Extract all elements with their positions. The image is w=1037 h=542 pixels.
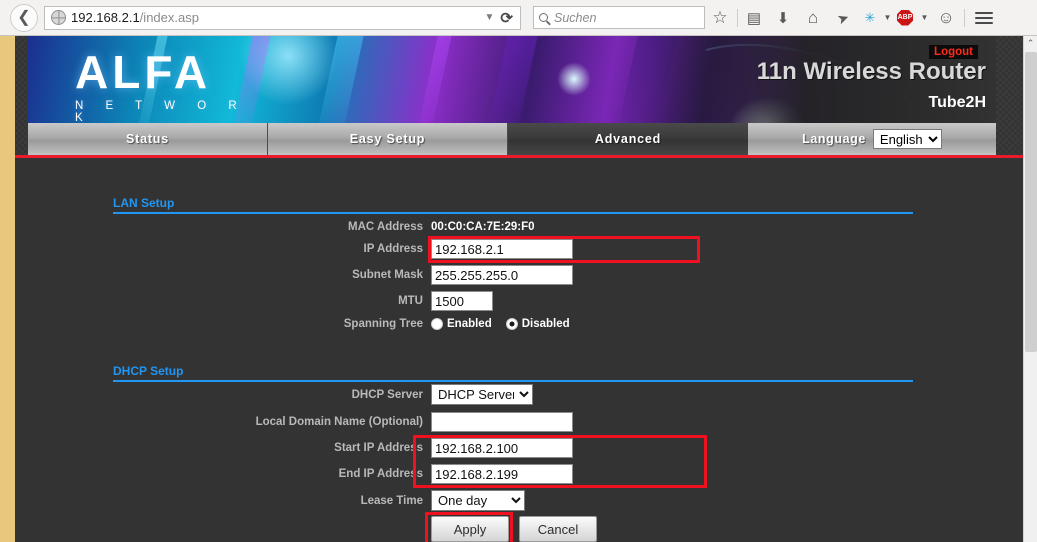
subnet-mask-input[interactable] [431, 265, 573, 285]
address-bar-text: 192.168.2.1/index.asp [71, 10, 199, 25]
end-ip-address-label: End IP Address [338, 468, 423, 480]
product-title: 11n Wireless Router [756, 58, 986, 85]
bookmark-star-icon[interactable]: ☆ [705, 0, 735, 36]
search-input[interactable]: Suchen [533, 6, 705, 29]
settings-content: LAN Setup MAC Address 00:C0:CA:7E:29:F0 … [15, 158, 1023, 542]
chevron-down-icon[interactable]: ▼ [485, 12, 501, 23]
globe-icon [51, 10, 66, 25]
url-host: 192.168.2.1 [71, 10, 140, 25]
lease-time-label: Lease Time [360, 494, 423, 507]
lease-time-select[interactable]: One day [431, 490, 525, 511]
reader-list-icon[interactable]: ▤ [740, 0, 768, 36]
start-ip-address-label: Start IP Address [334, 442, 423, 454]
row-lease-time: Lease Time One day [159, 490, 525, 511]
cancel-button[interactable]: Cancel [519, 516, 597, 542]
noscript-caret-icon[interactable]: ▼ [882, 0, 892, 36]
alfa-wordmark: ALFA [75, 46, 212, 98]
search-placeholder: Suchen [554, 10, 597, 25]
ip-address-input[interactable] [431, 239, 573, 259]
spanning-tree-radio-group: Enabled Disabled [431, 318, 570, 330]
dhcp-server-select[interactable]: DHCP Server [431, 384, 533, 405]
router-admin-page: ALFA N E T W O R K Logout 11n Wireless R… [15, 36, 1023, 542]
page-scrollbar[interactable]: ⌃ [1023, 36, 1037, 542]
back-arrow-icon: ❮ [17, 8, 31, 26]
search-icon [539, 13, 548, 22]
row-dhcp-server: DHCP Server DHCP Server [159, 384, 533, 405]
row-ip-address: IP Address [159, 239, 573, 259]
ip-address-label: IP Address [363, 243, 423, 255]
row-local-domain-name: Local Domain Name (Optional) [159, 412, 573, 432]
main-navigation-tabs: Status Easy Setup Advanced Language Engl… [28, 123, 996, 155]
row-subnet-mask: Subnet Mask [159, 265, 573, 285]
row-start-ip-address: Start IP Address [159, 438, 573, 458]
downloads-icon[interactable]: ⬇ [768, 0, 798, 36]
language-select[interactable]: English [872, 129, 942, 149]
scroll-thumb[interactable] [1025, 52, 1037, 352]
radio-disabled-icon[interactable] [505, 318, 518, 330]
local-domain-name-label: Local Domain Name (Optional) [255, 416, 423, 428]
spanning-tree-disabled-label: Disabled [521, 318, 570, 330]
toolbar-divider [737, 8, 738, 27]
dhcp-server-label: DHCP Server [351, 388, 423, 401]
browser-toolbar: ❮ 192.168.2.1/index.asp ▼ ⟳ Suchen ☆ ▤ ⬇… [0, 0, 1037, 36]
mtu-input[interactable] [431, 291, 493, 311]
menu-hamburger-icon[interactable] [967, 0, 1001, 36]
mac-address-label: MAC Address [348, 221, 423, 233]
alfa-logo: ALFA N E T W O R K [75, 49, 275, 124]
start-ip-address-input[interactable] [431, 438, 573, 458]
spanning-tree-disabled-option[interactable]: Disabled [505, 318, 570, 330]
language-label: Language [802, 132, 866, 146]
hamburger-lines [975, 11, 993, 24]
radio-enabled-icon[interactable] [431, 318, 443, 330]
lan-setup-section-title: LAN Setup [113, 196, 913, 214]
alfa-network-subtitle: N E T W O R K [75, 100, 247, 124]
feedback-smiley-icon[interactable]: ☺ [930, 0, 962, 36]
url-path: /index.asp [139, 10, 199, 25]
spanning-tree-enabled-label: Enabled [447, 318, 492, 330]
reload-icon[interactable]: ⟳ [500, 9, 516, 27]
dhcp-setup-section-title: DHCP Setup [113, 364, 913, 382]
end-ip-address-input[interactable] [431, 464, 573, 484]
back-button[interactable]: ❮ [10, 3, 38, 32]
browser-viewport: ALFA N E T W O R K Logout 11n Wireless R… [0, 36, 1037, 542]
model-name: Tube2H [928, 94, 986, 111]
apply-button[interactable]: Apply [431, 516, 509, 542]
row-spanning-tree: Spanning Tree Enabled Disabled [159, 318, 570, 330]
form-actions: Apply Cancel [431, 516, 597, 542]
adblock-caret-icon[interactable]: ▼ [918, 0, 930, 36]
subnet-mask-label: Subnet Mask [352, 269, 423, 281]
row-mac-address: MAC Address 00:C0:CA:7E:29:F0 [159, 221, 535, 233]
logout-button[interactable]: Logout [929, 45, 978, 59]
row-end-ip-address: End IP Address [159, 464, 573, 484]
row-mtu: MTU [159, 291, 493, 311]
toolbar-divider-2 [964, 8, 965, 27]
tab-status[interactable]: Status [28, 123, 268, 155]
local-domain-name-input[interactable] [431, 412, 573, 432]
scroll-up-arrow[interactable]: ⌃ [1024, 36, 1037, 51]
address-bar[interactable]: 192.168.2.1/index.asp ▼ ⟳ [44, 5, 521, 30]
mtu-label: MTU [398, 295, 423, 307]
adblock-plus-icon[interactable]: ABP [892, 0, 918, 36]
adblock-plus-glyph: ABP [897, 9, 913, 26]
tab-advanced[interactable]: Advanced [508, 123, 748, 155]
mac-address-value: 00:C0:CA:7E:29:F0 [431, 221, 535, 233]
tab-easy-setup[interactable]: Easy Setup [268, 123, 508, 155]
language-selector-area: Language English [748, 123, 996, 155]
spanning-tree-label: Spanning Tree [343, 318, 423, 330]
page-left-strip [0, 36, 15, 542]
spanning-tree-enabled-option[interactable]: Enabled [431, 318, 492, 330]
